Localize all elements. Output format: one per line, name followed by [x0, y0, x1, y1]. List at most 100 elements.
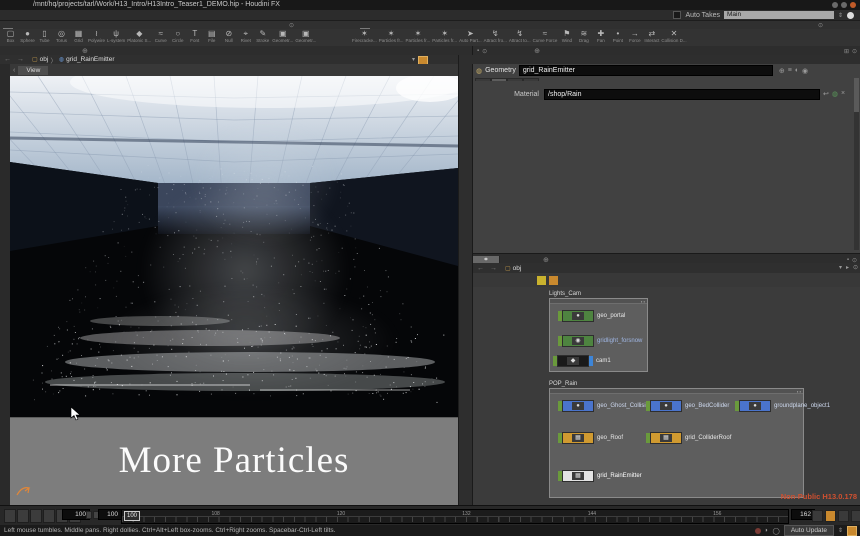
network-node[interactable]: ● groundplane_object1	[735, 401, 830, 411]
cook-mode-icon[interactable]: ◯	[773, 527, 780, 535]
collapse-icon[interactable]: ‹	[10, 67, 18, 74]
network-tool-icon[interactable]	[489, 276, 498, 285]
node-body[interactable]: ▦	[562, 432, 594, 444]
play-flag-icon[interactable]: ▸	[846, 264, 849, 271]
shelf-tool[interactable]: → Force	[627, 29, 642, 43]
shelf-tool[interactable]: ≈ Curve Force	[533, 29, 558, 43]
nav-forward-icon[interactable]: →	[13, 56, 26, 63]
network-tool-icon[interactable]	[823, 276, 832, 285]
node-name-field[interactable]: grid_RainEmitter	[519, 65, 773, 76]
shelf-tool[interactable]: ✶ Particles fr...	[379, 29, 404, 43]
gear-icon[interactable]: ◐	[795, 67, 799, 75]
timeline-ruler[interactable]: 100 108120132144156	[121, 509, 789, 524]
folder-tab[interactable]	[475, 78, 491, 81]
shelf-tool[interactable]: ◎ Torus	[54, 29, 69, 43]
shelf-gear-icon[interactable]: ⊙	[818, 22, 823, 29]
network-editor[interactable]: Lights_Cam ▪ ▪ ● geo_portal ◉ gridlight_…	[472, 287, 860, 505]
shelf-tool[interactable]: ψ L-system	[107, 29, 125, 43]
shelf-tool[interactable]: ≈ Curve	[153, 29, 168, 43]
network-tool-icon[interactable]	[811, 276, 820, 285]
folder-tab[interactable]	[491, 78, 507, 81]
node-body[interactable]: ◉	[562, 335, 594, 347]
network-tool-icon[interactable]	[847, 276, 856, 285]
render-flag[interactable]	[589, 356, 593, 366]
network-tool-icon[interactable]	[513, 276, 522, 285]
memory-icon[interactable]	[847, 526, 857, 536]
shelf-tool[interactable]: T Font	[187, 29, 202, 43]
transport-button[interactable]	[43, 509, 55, 523]
playhead-marker[interactable]: 100	[124, 511, 140, 521]
shelf-tool[interactable]: ≀ Polywire	[88, 29, 105, 43]
shelf-tool[interactable]: ▦ Grid	[71, 29, 86, 43]
breadcrumb-context[interactable]: ▢ obj	[505, 265, 521, 272]
shelf-gear-icon[interactable]: ⊙	[289, 22, 294, 29]
node-body[interactable]: ●	[562, 400, 594, 412]
audio-icon[interactable]: ◗	[765, 527, 769, 534]
network-node[interactable]: ◉ gridlight_forsnow	[558, 336, 642, 346]
network-tool-icon[interactable]	[501, 276, 510, 285]
gear-icon[interactable]: ⊙	[853, 264, 858, 271]
maximize-button[interactable]	[841, 2, 847, 8]
auto-takes-checkbox[interactable]	[673, 11, 681, 19]
record-icon[interactable]	[755, 528, 761, 534]
node-body[interactable]: ●	[562, 310, 594, 322]
transport-button[interactable]	[30, 509, 42, 523]
breadcrumb-node[interactable]: ◍ grid_RainEmitter	[59, 56, 115, 63]
shelf-tool[interactable]: ▣ Geometr...	[295, 29, 316, 43]
nav-forward-icon[interactable]: →	[486, 265, 499, 272]
breadcrumb-context[interactable]: ▢ obj	[32, 56, 48, 63]
path-dropdown-icon[interactable]: ▾	[839, 264, 842, 271]
shelf-tool[interactable]: ⊘ Null	[221, 29, 236, 43]
network-tool-icon[interactable]	[549, 276, 558, 285]
shelf-tool[interactable]: ➤ Auto Part...	[459, 29, 482, 43]
take-stepper-icon[interactable]: ⇕	[838, 12, 843, 19]
shelf-tool[interactable]: ⚑ Wind	[559, 29, 574, 43]
shelf-tool[interactable]: ▢ Box	[3, 29, 18, 43]
take-selector[interactable]: Main	[724, 11, 834, 19]
shelf-tool[interactable]: ✶ Particles fr...	[406, 29, 431, 43]
material-path-field[interactable]: /shop/Rain	[544, 89, 820, 100]
network-tool-icon[interactable]	[799, 276, 808, 285]
node-body[interactable]: ◆	[557, 355, 589, 367]
menu-icon[interactable]: ≡	[788, 67, 792, 75]
node-body[interactable]: ▦	[650, 432, 682, 444]
new-tab-icon[interactable]: ⊕	[530, 47, 544, 55]
network-tool-icon[interactable]	[775, 276, 784, 285]
view-tab[interactable]: View	[18, 66, 48, 75]
folder-tab[interactable]	[507, 78, 523, 81]
nav-back-icon[interactable]: ←	[473, 265, 486, 272]
network-tool-icon[interactable]	[787, 276, 796, 285]
stepper-icon[interactable]: ⇕	[838, 527, 843, 534]
network-box-pop-rain[interactable]: ▪ ▪ ● geo_Ghost_Collision ● geo_BedColli…	[549, 388, 804, 498]
network-node[interactable]: ▦ grid_RainEmitter	[558, 471, 642, 481]
network-tool-icon[interactable]	[763, 276, 772, 285]
pane-menu-icons[interactable]: ▪⊙	[473, 48, 491, 55]
shelf-tool[interactable]: • Point	[610, 29, 625, 43]
shelf-tool[interactable]: ✶ Firecracke...	[352, 29, 377, 43]
notification-icon[interactable]	[847, 12, 854, 19]
network-node[interactable]: ▦ grid_ColliderRoof	[646, 433, 731, 443]
shelf-tool[interactable]: ⌖ Rivet	[238, 29, 253, 43]
minimize-button[interactable]	[832, 2, 838, 8]
shelf-tool[interactable]: ◆ Platonic S...	[127, 29, 151, 43]
network-node[interactable]: ● geo_portal	[558, 311, 625, 321]
shelf-tool[interactable]: ≋ Drag	[576, 29, 591, 43]
network-tool-icon[interactable]	[537, 276, 546, 285]
transport-button[interactable]	[17, 509, 29, 523]
shelf-tool[interactable]: ▯ Tube	[37, 29, 52, 43]
playbar-option-icon[interactable]	[825, 510, 836, 522]
shelf-tool[interactable]: ▤ File	[204, 29, 219, 43]
shelf-tool[interactable]: ↯ Attract to...	[509, 29, 531, 43]
pane-corner-icons[interactable]: ⊞⊙	[840, 48, 860, 55]
network-node[interactable]: ● geo_Ghost_Collision	[558, 401, 652, 411]
network-tool-icon[interactable]	[525, 276, 534, 285]
shelf-tool[interactable]: ↯ Attract fro...	[484, 29, 507, 43]
op-chooser-icon[interactable]: ◍	[832, 90, 838, 98]
shelf-tool[interactable]: ▣ Geometr...	[272, 29, 293, 43]
search-icon[interactable]: ⊕	[779, 67, 785, 75]
node-body[interactable]: ▦	[562, 470, 594, 482]
new-tab-icon[interactable]: ⊕	[78, 47, 92, 55]
network-node[interactable]: ▦ geo_Roof	[558, 433, 623, 443]
help-icon[interactable]: ◉	[802, 67, 808, 75]
shelf-tool[interactable]: ○ Circle	[170, 29, 185, 43]
